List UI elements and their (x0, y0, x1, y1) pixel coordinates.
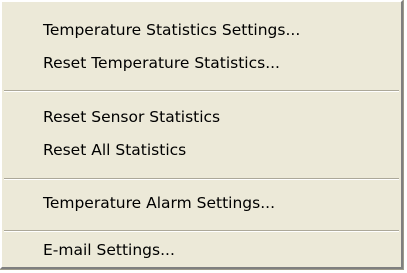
menu-item-temperature-statistics-settings[interactable]: Temperature Statistics Settings... (4, 18, 399, 42)
menu-item-reset-temperature-statistics[interactable]: Reset Temperature Statistics... (4, 51, 399, 75)
menu-item-reset-sensor-statistics[interactable]: Reset Sensor Statistics (4, 105, 399, 129)
menu-separator (4, 178, 399, 180)
menu-item-temperature-alarm-settings[interactable]: Temperature Alarm Settings... (4, 191, 399, 215)
menu-item-email-settings[interactable]: E-mail Settings... (4, 238, 399, 262)
menu-separator (4, 230, 399, 232)
menu-item-reset-all-statistics[interactable]: Reset All Statistics (4, 138, 399, 162)
context-menu: Temperature Statistics Settings... Reset… (0, 0, 404, 270)
menu-separator (4, 90, 399, 92)
